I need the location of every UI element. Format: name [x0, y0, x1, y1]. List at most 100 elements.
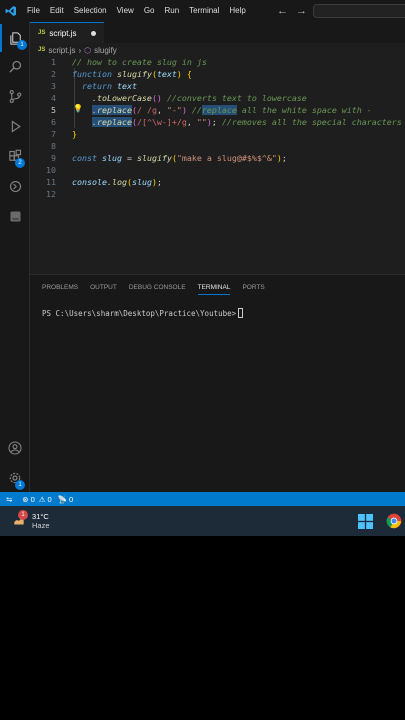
- remote-indicator-icon[interactable]: ⇋: [6, 495, 12, 504]
- explorer-icon[interactable]: 1: [0, 24, 30, 52]
- chevron-right-icon: ›: [78, 45, 82, 55]
- tab-terminal[interactable]: TERMINAL: [197, 284, 231, 295]
- line-number: 6: [51, 117, 56, 127]
- breadcrumb: JS script.js › ⬡ slugify: [30, 43, 117, 57]
- regex: / /g: [136, 105, 157, 115]
- line-number: 10: [46, 165, 56, 175]
- extensions-icon[interactable]: 2: [0, 142, 30, 170]
- warning-count[interactable]: 0: [48, 495, 52, 504]
- paren: ): [176, 69, 182, 79]
- string: "make a slug@#$%$^&": [176, 153, 277, 163]
- line-number: 4: [51, 93, 56, 103]
- vscode-window: File Edit Selection View Go Run Terminal…: [0, 0, 405, 536]
- brace: {: [186, 69, 192, 79]
- error-icon[interactable]: ⊗: [22, 495, 28, 504]
- weather-widget[interactable]: 1 31°C Haze: [12, 510, 50, 530]
- menu-run[interactable]: Run: [159, 0, 184, 22]
- terminal-output[interactable]: PS C:\Users\sharm\Desktop\Practice\Youtu…: [42, 308, 244, 318]
- menu-selection[interactable]: Selection: [69, 0, 112, 22]
- code-comment: // how to create slug in js: [72, 57, 207, 67]
- ports-icon[interactable]: 📡: [58, 495, 67, 504]
- tab-output[interactable]: OUTPUT: [90, 284, 117, 295]
- title-bar: File Edit Selection View Go Run Terminal…: [0, 0, 405, 22]
- error-count[interactable]: 0: [31, 495, 35, 504]
- code-line-9: const slug = slugify("make a slug@#$%$^&…: [72, 153, 287, 163]
- line-number: 7: [51, 129, 56, 139]
- function-name: slugify: [116, 69, 152, 79]
- regex: /[^\w-]+/g: [136, 117, 187, 127]
- back-arrow-icon[interactable]: ←: [277, 5, 288, 17]
- account-icon[interactable]: [0, 434, 30, 462]
- weather-badge: 1: [18, 510, 28, 520]
- extensions-badge: 2: [15, 158, 25, 168]
- windows-start-icon[interactable]: [358, 514, 373, 534]
- code-line-3: return text: [72, 81, 137, 91]
- comma: ,: [156, 105, 167, 115]
- search-icon[interactable]: [0, 52, 30, 80]
- command-center-search[interactable]: [313, 4, 405, 18]
- settings-badge: 1: [15, 480, 25, 490]
- semicolon: ;: [281, 153, 287, 163]
- var-slug: slug: [131, 177, 152, 187]
- terminal-cursor: [238, 308, 244, 318]
- tab-label: script.js: [49, 28, 77, 38]
- menu-edit[interactable]: Edit: [45, 0, 69, 22]
- method-call: .log: [106, 177, 127, 187]
- code-comment-highlight: replace: [201, 105, 237, 115]
- menu-help[interactable]: Help: [224, 0, 250, 22]
- chrome-icon[interactable]: [386, 513, 402, 534]
- tab-ports[interactable]: PORTS: [242, 284, 264, 295]
- keyword-return: return: [82, 81, 112, 91]
- menu-file[interactable]: File: [22, 0, 45, 22]
- line-number: 5: [51, 105, 56, 115]
- string: "-": [166, 105, 182, 115]
- semicolon: ;: [156, 177, 162, 187]
- symbol-method-icon: ⬡: [84, 45, 92, 55]
- bottom-panel: PROBLEMS OUTPUT DEBUG CONSOLE TERMINAL P…: [30, 274, 405, 492]
- code-editor[interactable]: 1 2 3 4 5 6 7 8 9 10 11 12 💡 // how to c…: [30, 57, 405, 273]
- var-slug: slug: [101, 153, 122, 163]
- breadcrumb-file[interactable]: script.js: [48, 46, 75, 55]
- code-line-4: .toLowerCase() //converts text to lowerc…: [72, 93, 307, 103]
- method-call: .replace: [91, 117, 132, 127]
- menu-terminal[interactable]: Terminal: [184, 0, 224, 22]
- code-comment: //converts text to lowercase: [166, 93, 307, 103]
- var-text: text: [116, 81, 137, 91]
- line-number: 3: [51, 81, 56, 91]
- code-comment: //removes all the special characters: [216, 117, 402, 127]
- line-number: 2: [51, 69, 56, 79]
- ports-count[interactable]: 0: [69, 495, 73, 504]
- source-control-icon[interactable]: [0, 82, 30, 110]
- windows-taskbar: 1 31°C Haze: [0, 506, 405, 536]
- line-number: 11: [46, 177, 56, 187]
- breadcrumb-symbol[interactable]: slugify: [94, 46, 117, 55]
- menu-view[interactable]: View: [112, 0, 139, 22]
- param: text: [156, 69, 177, 79]
- remote-explorer-icon[interactable]: [0, 172, 30, 200]
- nav-arrows: ← →: [277, 0, 307, 22]
- weather-hand-icon: 1: [12, 510, 28, 528]
- panel-tabs: PROBLEMS OUTPUT DEBUG CONSOLE TERMINAL P…: [42, 284, 265, 295]
- line-number: 9: [51, 153, 56, 163]
- tab-problems[interactable]: PROBLEMS: [42, 284, 78, 295]
- method-call: .toLowerCase: [91, 93, 152, 103]
- menu-go[interactable]: Go: [139, 0, 160, 22]
- console-object: console: [72, 177, 107, 187]
- operator: =: [121, 153, 137, 163]
- weather-condition: Haze: [32, 521, 50, 530]
- code-line-11: console.log(slug);: [72, 177, 162, 187]
- keyword-const: const: [72, 153, 97, 163]
- unsaved-dot-icon[interactable]: [91, 31, 96, 36]
- tab-script-js[interactable]: JS script.js: [30, 22, 104, 43]
- code-line-6: .replace(/[^\w-]+/g, ""); //removes all …: [72, 117, 402, 127]
- json-file-icon[interactable]: [0, 202, 30, 230]
- run-debug-icon[interactable]: [0, 112, 30, 140]
- tab-debug-console[interactable]: DEBUG CONSOLE: [129, 284, 186, 295]
- settings-gear-icon[interactable]: 1: [0, 464, 30, 492]
- warning-icon[interactable]: ⚠: [39, 495, 46, 504]
- code-line-7: }: [72, 129, 77, 139]
- forward-arrow-icon[interactable]: →: [296, 5, 307, 17]
- function-call: slugify: [136, 153, 172, 163]
- vscode-logo-icon: [0, 0, 22, 22]
- method-call: .replace: [91, 105, 132, 115]
